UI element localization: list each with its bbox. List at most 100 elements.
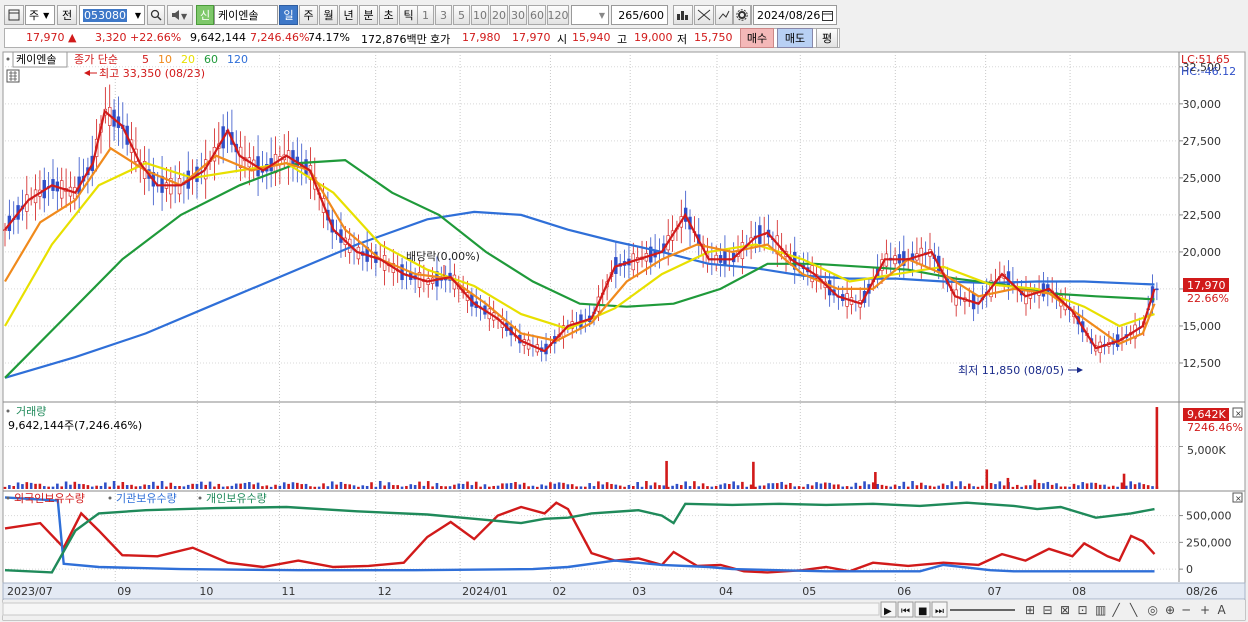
volume-bar xyxy=(1129,481,1133,489)
average-button[interactable]: 평 xyxy=(816,28,838,48)
volume-bar xyxy=(837,484,840,489)
x-axis-label: 08/26 xyxy=(1186,585,1218,598)
volume-bar xyxy=(693,481,696,489)
prev-button[interactable]: 전 xyxy=(57,5,77,25)
volume-bar xyxy=(1002,485,1006,489)
volume-bar xyxy=(579,486,583,489)
tool-icon-9[interactable]: ─ xyxy=(1182,603,1191,617)
tool-icon-11[interactable]: A xyxy=(1218,603,1227,617)
volume-bar xyxy=(802,486,805,489)
volume-bar xyxy=(688,486,692,489)
tool-icon-3[interactable]: ⊡ xyxy=(1078,603,1088,617)
panel-dot-icon xyxy=(6,496,10,500)
panel-dot-icon xyxy=(198,496,202,500)
search-button[interactable] xyxy=(147,5,165,25)
tool-icon-0[interactable]: ⊞ xyxy=(1025,603,1035,617)
scroll-track[interactable] xyxy=(2,602,880,616)
interval-custom-input[interactable]: ▼ xyxy=(571,5,609,25)
period-tab-2[interactable]: 월 xyxy=(319,5,338,25)
volume-bar xyxy=(69,484,72,489)
volume-bar xyxy=(409,484,413,489)
first-icon: ⏮ xyxy=(901,606,910,617)
interval-button-10[interactable]: 10 xyxy=(471,5,489,25)
date-input[interactable]: 2024/08/26 xyxy=(753,5,837,25)
current-price: 17,970 ▲ xyxy=(26,31,77,44)
volume-bar xyxy=(309,486,312,489)
volume-bar xyxy=(448,486,452,489)
volume-bar xyxy=(1094,482,1098,489)
volume-bar xyxy=(134,486,138,489)
dividend-note: 배당락(0.00%) xyxy=(406,250,480,263)
tool-icon-2[interactable]: ⊠ xyxy=(1060,603,1070,617)
volume-bar xyxy=(1072,483,1076,489)
tool-icon-5[interactable]: ╱ xyxy=(1112,602,1121,617)
interval-button-5[interactable]: 5 xyxy=(453,5,470,25)
x-axis-label: 08 xyxy=(1072,585,1086,598)
bar-count-input[interactable]: 265/600 xyxy=(611,5,668,25)
tool-icon-10[interactable]: + xyxy=(1200,603,1210,617)
volume-bar xyxy=(540,484,543,489)
volume-bar xyxy=(461,483,465,489)
volume-bar xyxy=(326,486,330,489)
volume-bar xyxy=(243,482,247,489)
volume-bar xyxy=(160,481,164,489)
volume-bar xyxy=(29,482,33,489)
interval-button-3[interactable]: 3 xyxy=(435,5,452,25)
tool-icon-1[interactable]: ⊟ xyxy=(1043,603,1053,617)
draw-button[interactable] xyxy=(715,5,733,25)
period-tab-6[interactable]: 틱 xyxy=(399,5,418,25)
period-tab-1[interactable]: 주 xyxy=(299,5,318,25)
interval-button-30[interactable]: 30 xyxy=(509,5,527,25)
y-tick-label: 22,500 xyxy=(1183,209,1222,222)
gear-visible-button[interactable] xyxy=(733,5,751,25)
volume-bar xyxy=(322,483,325,489)
volume-bar xyxy=(365,485,369,489)
volume-bar xyxy=(125,485,129,489)
sound-button[interactable]: ▼ xyxy=(167,5,193,25)
volume-spike-bar xyxy=(1033,479,1037,489)
volume-bar xyxy=(479,486,482,489)
volume-bar xyxy=(165,486,168,489)
tool-icon-7[interactable]: ◎ xyxy=(1148,603,1158,617)
volume-bar xyxy=(885,485,888,489)
volume-bar xyxy=(173,485,177,489)
volume-bar xyxy=(972,486,975,489)
volume-bar xyxy=(357,486,360,489)
compare-button[interactable] xyxy=(694,5,714,25)
volume-title: 거래량 xyxy=(16,405,46,418)
volume-bar xyxy=(501,483,504,489)
period-tab-3[interactable]: 년 xyxy=(339,5,358,25)
sell-button[interactable]: 매도 xyxy=(777,28,813,48)
volume-bar xyxy=(627,484,631,489)
chart-settings-icon[interactable] xyxy=(4,5,24,25)
volume-bar xyxy=(335,484,338,489)
volume-bar xyxy=(344,483,347,489)
volume-bar xyxy=(138,486,142,489)
indicator-button[interactable] xyxy=(673,5,693,25)
stock-code-input[interactable]: 053080 ▼ xyxy=(79,5,145,25)
volume-bar xyxy=(256,482,260,489)
interval-button-60[interactable]: 60 xyxy=(528,5,546,25)
bid-price-2: 17,970 xyxy=(512,31,551,44)
volume-bar xyxy=(405,485,408,489)
period-tab-4[interactable]: 분 xyxy=(359,5,378,25)
market-select[interactable]: 주 ▼ xyxy=(25,5,55,25)
interval-button-20[interactable]: 20 xyxy=(490,5,508,25)
tool-icon-4[interactable]: ▥ xyxy=(1095,603,1106,617)
buy-button[interactable]: 매수 xyxy=(740,28,774,48)
volume-bar xyxy=(1046,481,1050,489)
volume-spike-bar xyxy=(1006,477,1010,489)
stock-chart[interactable]: 12,50015,00017,50020,00022,50025,00027,5… xyxy=(0,50,1248,622)
tool-icon-8[interactable]: ⊕ xyxy=(1165,603,1175,617)
volume-bar xyxy=(924,485,927,489)
volume-bar xyxy=(3,486,7,489)
period-tab-0[interactable]: 일 xyxy=(279,5,298,25)
volume-spike-bar xyxy=(1155,407,1159,489)
period-tab-5[interactable]: 초 xyxy=(379,5,398,25)
interval-button-120[interactable]: 120 xyxy=(547,5,569,25)
volume-bar xyxy=(933,486,936,489)
interval-button-1[interactable]: 1 xyxy=(417,5,434,25)
tool-icon-6[interactable]: ╲ xyxy=(1129,602,1138,617)
volume-bar xyxy=(959,481,962,489)
ma-legend-10: 10 xyxy=(158,53,172,66)
